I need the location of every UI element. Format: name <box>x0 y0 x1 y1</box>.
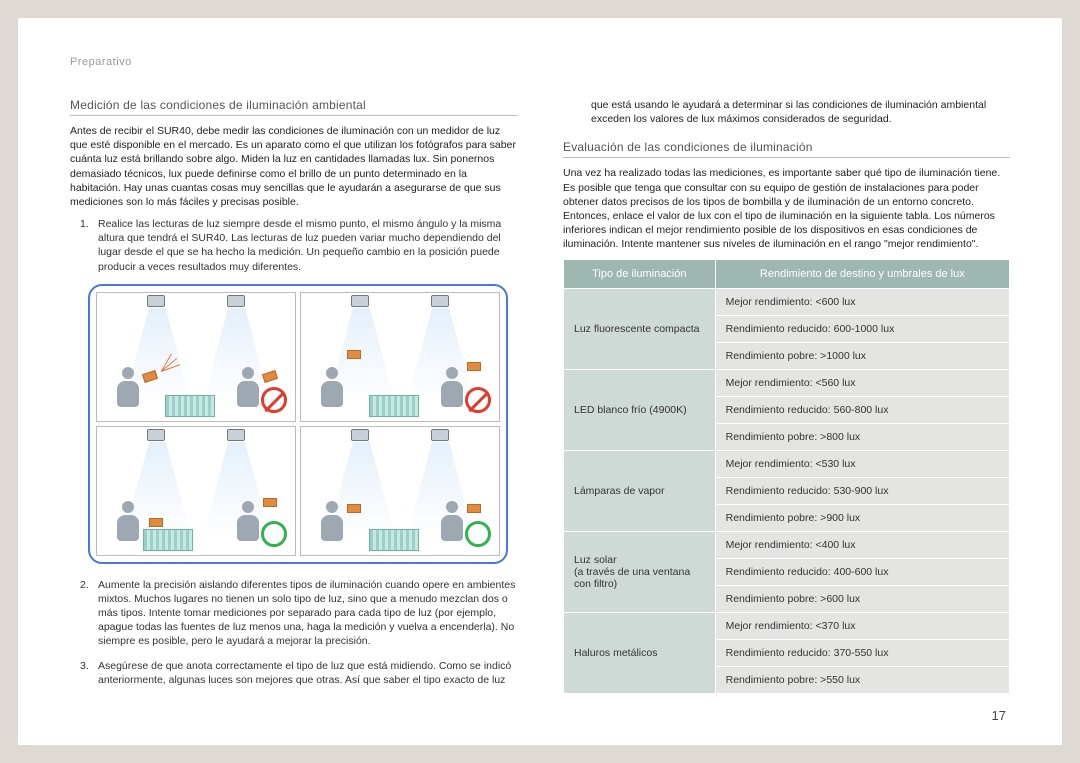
threshold-cell: Rendimiento pobre: >550 lux <box>715 667 1009 694</box>
ceiling-lamp-icon <box>431 295 449 307</box>
surface-icon <box>143 529 193 551</box>
ceiling-lamp-icon <box>351 295 369 307</box>
person-icon <box>115 367 141 415</box>
light-meter-icon <box>467 362 481 371</box>
left-heading: Medición de las condiciones de iluminaci… <box>70 98 517 116</box>
threshold-cell: Mejor rendimiento: <560 lux <box>715 370 1009 397</box>
prohibited-icon <box>261 387 287 413</box>
document-page: Preparativo Medición de las condiciones … <box>18 18 1062 745</box>
instruction-list: 1. Realice las lecturas de luz siempre d… <box>70 217 517 274</box>
diagram-cell-wrong-height <box>300 292 500 422</box>
lighting-type-cell: Lámparas de vapor <box>564 451 716 532</box>
item-text: Asegúrese de que anota correctamente el … <box>98 660 511 686</box>
light-meter-icon <box>467 504 481 513</box>
lighting-type-cell: Haluros metálicos <box>564 613 716 694</box>
section-label: Preparativo <box>70 56 1010 68</box>
light-meter-icon <box>347 350 361 359</box>
item-text: Realice las lecturas de luz siempre desd… <box>98 218 501 273</box>
light-meter-icon <box>149 518 163 527</box>
measurement-diagram <box>88 284 508 564</box>
ok-icon <box>261 521 287 547</box>
light-meter-icon <box>263 498 277 507</box>
threshold-cell: Rendimiento reducido: 370-550 lux <box>715 640 1009 667</box>
person-icon <box>319 501 345 549</box>
light-meter-icon <box>262 370 278 383</box>
table-header-type: Tipo de iluminación <box>564 260 716 289</box>
threshold-cell: Rendimiento reducido: 530-900 lux <box>715 478 1009 505</box>
threshold-cell: Rendimiento pobre: >900 lux <box>715 505 1009 532</box>
threshold-cell: Mejor rendimiento: <370 lux <box>715 613 1009 640</box>
lighting-type-cell: Luz fluorescente compacta <box>564 289 716 370</box>
table-row: Haluros metálicosMejor rendimiento: <370… <box>564 613 1010 640</box>
person-icon <box>319 367 345 415</box>
list-item: 3. Asegúrese de que anota correctamente … <box>70 659 517 687</box>
threshold-cell: Rendimiento pobre: >800 lux <box>715 424 1009 451</box>
table-row: Luz fluorescente compactaMejor rendimien… <box>564 289 1010 316</box>
ceiling-lamp-icon <box>227 429 245 441</box>
table-row: LED blanco frío (4900K)Mejor rendimiento… <box>564 370 1010 397</box>
threshold-cell: Mejor rendimiento: <530 lux <box>715 451 1009 478</box>
person-icon <box>439 367 465 415</box>
ceiling-lamp-icon <box>147 429 165 441</box>
threshold-cell: Mejor rendimiento: <400 lux <box>715 532 1009 559</box>
lighting-type-cell: LED blanco frío (4900K) <box>564 370 716 451</box>
list-item: 2. Aumente la precisión aislando diferen… <box>70 578 517 649</box>
right-intro: Una vez ha realizado todas las medicione… <box>563 166 1010 251</box>
item-text: Aumente la precisión aislando diferentes… <box>98 579 515 648</box>
lux-thresholds-table: Tipo de iluminación Rendimiento de desti… <box>563 259 1010 694</box>
left-column: Medición de las condiciones de iluminaci… <box>70 98 517 697</box>
list-item: 1. Realice las lecturas de luz siempre d… <box>70 217 517 274</box>
ok-icon <box>465 521 491 547</box>
lighting-type-cell: Luz solar (a través de una ventana con f… <box>564 532 716 613</box>
surface-icon <box>369 395 419 417</box>
right-column: que está usando le ayudará a determinar … <box>563 98 1010 697</box>
threshold-cell: Rendimiento reducido: 560-800 lux <box>715 397 1009 424</box>
threshold-cell: Rendimiento reducido: 400-600 lux <box>715 559 1009 586</box>
table-row: Luz solar (a través de una ventana con f… <box>564 532 1010 559</box>
threshold-cell: Rendimiento reducido: 600-1000 lux <box>715 316 1009 343</box>
ceiling-lamp-icon <box>227 295 245 307</box>
diagram-cell-correct-position <box>96 426 296 556</box>
table-row: Lámparas de vaporMejor rendimiento: <530… <box>564 451 1010 478</box>
threshold-cell: Rendimiento pobre: >1000 lux <box>715 343 1009 370</box>
person-icon <box>235 501 261 549</box>
prohibited-icon <box>465 387 491 413</box>
person-icon <box>115 501 141 549</box>
diagram-cell-wrong-angle <box>96 292 296 422</box>
ceiling-lamp-icon <box>431 429 449 441</box>
item-number: 3. <box>80 659 89 673</box>
page-number: 17 <box>992 708 1006 723</box>
right-heading: Evaluación de las condiciones de ilumina… <box>563 140 1010 158</box>
ceiling-lamp-icon <box>351 429 369 441</box>
columns: Medición de las condiciones de iluminaci… <box>70 98 1010 697</box>
threshold-cell: Rendimiento pobre: >600 lux <box>715 586 1009 613</box>
diagram-cell-correct-angle <box>300 426 500 556</box>
threshold-cell: Mejor rendimiento: <600 lux <box>715 289 1009 316</box>
person-icon <box>235 367 261 415</box>
left-intro: Antes de recibir el SUR40, debe medir la… <box>70 124 517 209</box>
item-number: 2. <box>80 578 89 592</box>
light-meter-icon <box>347 504 361 513</box>
ceiling-lamp-icon <box>147 295 165 307</box>
person-icon <box>439 501 465 549</box>
table-header-threshold: Rendimiento de destino y umbrales de lux <box>715 260 1009 289</box>
item-number: 1. <box>80 217 89 231</box>
instruction-list-cont: 2. Aumente la precisión aislando diferen… <box>70 578 517 687</box>
continuation-paragraph: que está usando le ayudará a determinar … <box>563 98 1010 126</box>
surface-icon <box>369 529 419 551</box>
surface-icon <box>165 395 215 417</box>
